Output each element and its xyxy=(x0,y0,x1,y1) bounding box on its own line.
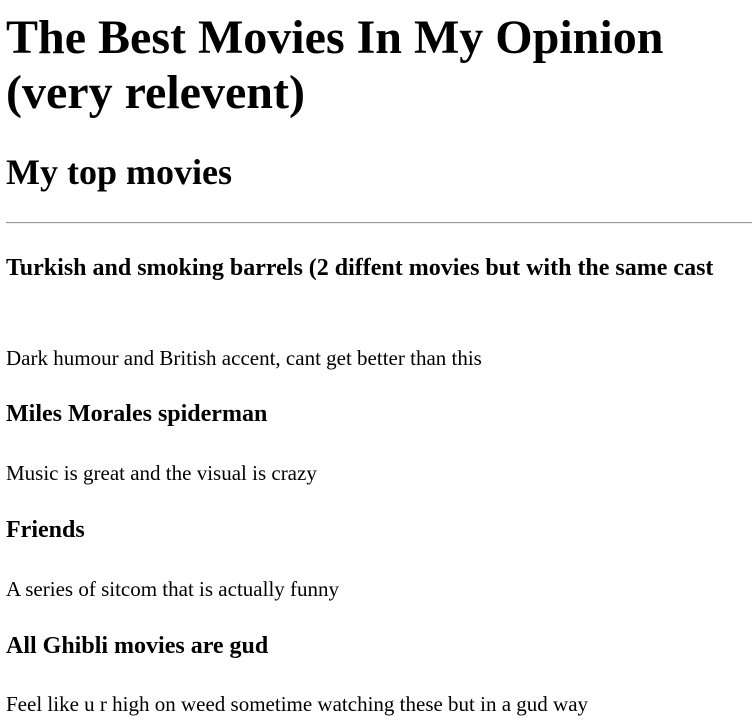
movie-title-friends: Friends xyxy=(6,517,85,543)
page-subtitle: My top movies xyxy=(6,152,232,192)
movie-title-all-ghibli-movies: All Ghibli movies are gud xyxy=(6,633,269,659)
divider xyxy=(6,222,752,224)
movie-description-turkish-and-smoking-barrels: Dark humour and British accent, cant get… xyxy=(6,346,482,370)
movie-description-miles-morales-spiderman: Music is great and the visual is crazy xyxy=(6,461,317,485)
movie-title-miles-morales-spiderman: Miles Morales spiderman xyxy=(6,401,268,427)
movie-description-friends: A series of sitcom that is actually funn… xyxy=(6,577,340,601)
page: The Best Movies In My Opinion (very rele… xyxy=(0,0,754,727)
movie-description-all-ghibli-movies: Feel like u r high on weed sometime watc… xyxy=(6,692,589,716)
page-title: The Best Movies In My Opinion (very rele… xyxy=(6,11,664,119)
movie-title-turkish-and-smoking-barrels: Turkish and smoking barrels (2 diffent m… xyxy=(6,255,714,281)
